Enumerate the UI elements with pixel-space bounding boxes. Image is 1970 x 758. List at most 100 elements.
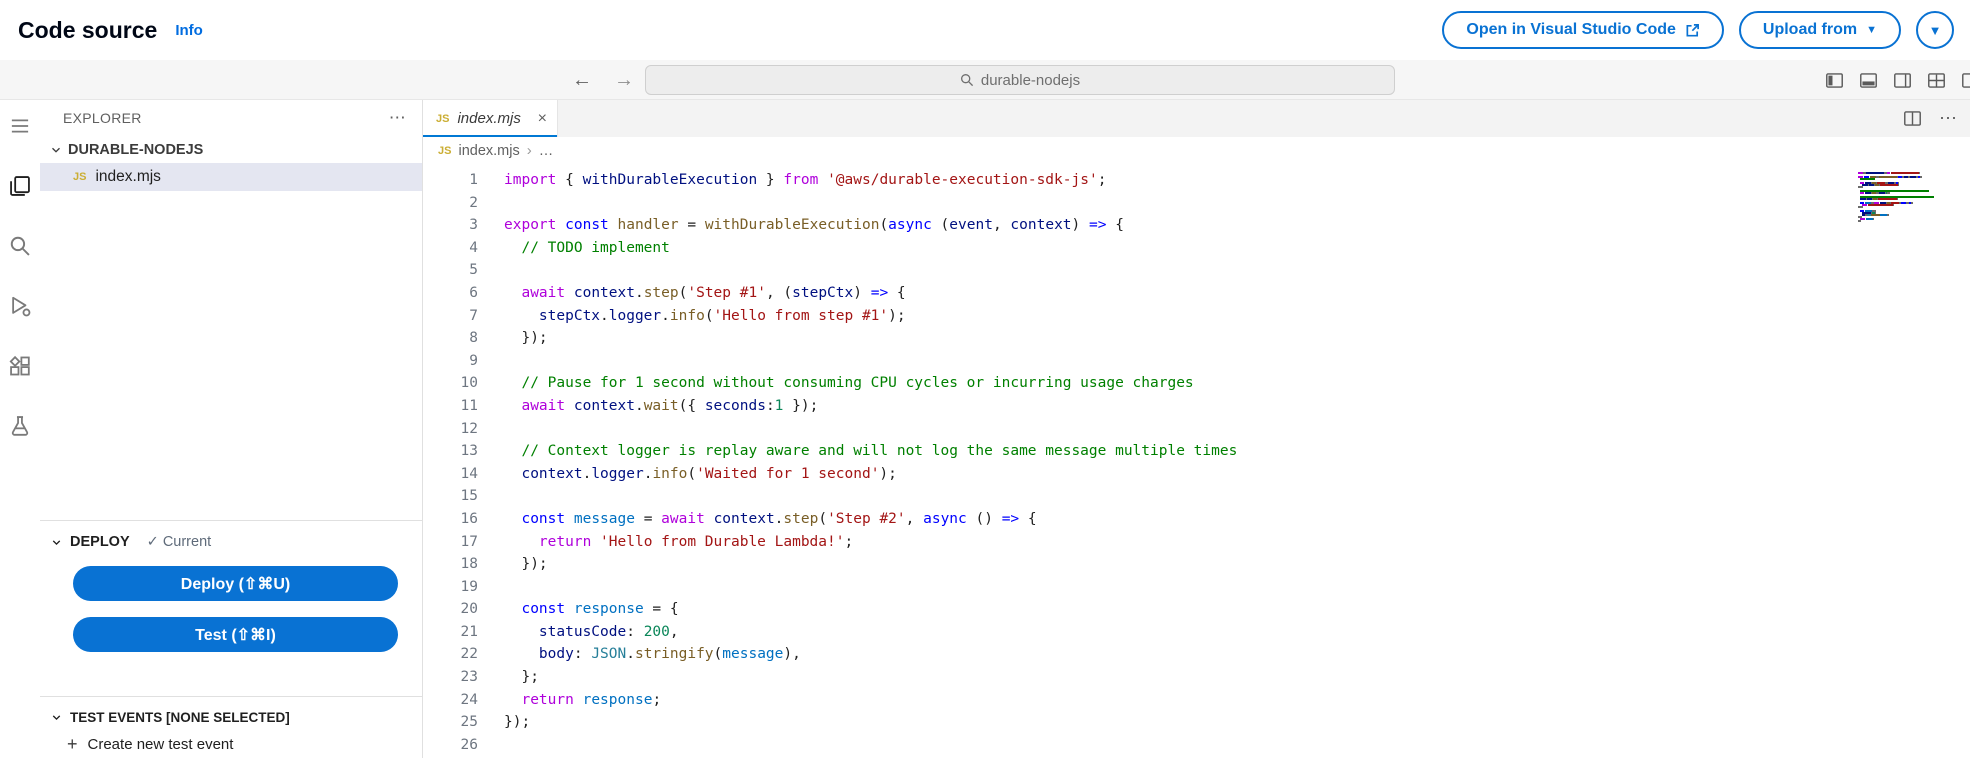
upload-from-button[interactable]: Upload from ▼: [1739, 11, 1901, 49]
header-actions: Open in Visual Studio Code Upload from ▼…: [1442, 11, 1958, 49]
code-line: 3export const handler = withDurableExecu…: [423, 214, 1970, 237]
chevron-right-icon: ›: [527, 142, 532, 159]
js-file-icon: JS: [438, 145, 451, 157]
code-line: 9: [423, 350, 1970, 373]
flask-icon[interactable]: [6, 412, 34, 440]
breadcrumb-symbol[interactable]: …: [539, 143, 554, 159]
side-panel: EXPLORER ⋯ DURABLE-NODEJS JS index.mjs D…: [40, 100, 423, 758]
explorer-icon[interactable]: [6, 172, 34, 200]
line-number: 11: [423, 395, 478, 418]
editor-actions: ⋯: [1903, 100, 1970, 137]
actions-menu-button[interactable]: ▼: [1916, 11, 1954, 49]
info-link[interactable]: Info: [175, 22, 203, 39]
line-number: 5: [423, 259, 478, 282]
line-number: 24: [423, 689, 478, 712]
menu-icon[interactable]: [6, 112, 34, 140]
deploy-status-text: Current: [163, 534, 211, 550]
chevron-down-icon: [50, 536, 63, 549]
open-vscode-button[interactable]: Open in Visual Studio Code: [1442, 11, 1724, 49]
command-center-search[interactable]: durable-nodejs: [645, 65, 1395, 95]
console-header: Code source Info Open in Visual Studio C…: [0, 0, 1970, 60]
caret-down-icon: ▼: [1929, 24, 1942, 37]
code-line: 10 // Pause for 1 second without consumi…: [423, 372, 1970, 395]
upload-from-label: Upload from: [1763, 21, 1857, 39]
deploy-status: ✓ Current: [147, 534, 212, 550]
code-line: 8 });: [423, 327, 1970, 350]
workspace-label: DURABLE-NODEJS: [68, 142, 203, 158]
line-number: 19: [423, 576, 478, 599]
js-file-icon: JS: [73, 171, 86, 183]
test-events-header[interactable]: TEST EVENTS [NONE SELECTED]: [40, 704, 422, 730]
line-number: 13: [423, 440, 478, 463]
search-icon: [960, 73, 974, 87]
caret-down-icon: ▼: [1866, 25, 1877, 36]
chevron-down-icon: [49, 143, 63, 157]
file-item-index-mjs[interactable]: JS index.mjs: [40, 163, 422, 191]
line-number: 14: [423, 463, 478, 486]
line-number: 15: [423, 485, 478, 508]
search-value: durable-nodejs: [981, 72, 1080, 89]
workspace-root[interactable]: DURABLE-NODEJS: [40, 136, 422, 163]
tab-label: index.mjs: [457, 110, 520, 127]
create-test-event[interactable]: + Create new test event: [40, 730, 422, 758]
activity-bar: [0, 100, 40, 758]
editor-pane: JS index.mjs × ⋯ JS index.mjs › … 1impor…: [423, 100, 1970, 758]
line-number: 22: [423, 643, 478, 666]
more-actions-icon[interactable]: ⋯: [1939, 108, 1957, 129]
code-line: 14 context.logger.info('Waited for 1 sec…: [423, 463, 1970, 486]
explorer-more-icon[interactable]: ⋯: [389, 108, 406, 128]
toggle-secondary-sidebar-icon[interactable]: [1893, 71, 1912, 90]
clipped-edge-icon[interactable]: [1961, 71, 1970, 90]
external-link-icon: [1685, 23, 1700, 38]
editor-toolbar: ← → durable-nodejs: [0, 60, 1970, 100]
line-number: 26: [423, 734, 478, 757]
test-events-section: TEST EVENTS [NONE SELECTED] + Create new…: [40, 696, 422, 758]
toggle-primary-sidebar-icon[interactable]: [1825, 71, 1844, 90]
code-line: 24 return response;: [423, 689, 1970, 712]
run-debug-icon[interactable]: [6, 292, 34, 320]
test-button[interactable]: Test (⇧⌘I): [73, 617, 398, 652]
tab-index-mjs[interactable]: JS index.mjs ×: [423, 100, 558, 137]
minimap[interactable]: [1858, 172, 1944, 224]
extensions-icon[interactable]: [6, 352, 34, 380]
forward-icon[interactable]: →: [614, 69, 634, 92]
file-label: index.mjs: [95, 168, 160, 186]
code-line: 15: [423, 485, 1970, 508]
code-line: 7 stepCtx.logger.info('Hello from step #…: [423, 305, 1970, 328]
line-number: 20: [423, 598, 478, 621]
layout-controls: [1825, 60, 1954, 100]
line-number: 23: [423, 666, 478, 689]
code-line: 4 // TODO implement: [423, 237, 1970, 260]
code-line: 25});: [423, 711, 1970, 734]
code-line: 18 });: [423, 553, 1970, 576]
code-editor[interactable]: 1import { withDurableExecution } from '@…: [423, 164, 1970, 758]
line-number: 16: [423, 508, 478, 531]
tab-bar: JS index.mjs × ⋯: [423, 100, 1970, 137]
open-vscode-label: Open in Visual Studio Code: [1466, 21, 1676, 39]
back-icon[interactable]: ←: [572, 69, 592, 92]
toggle-panel-icon[interactable]: [1859, 71, 1878, 90]
line-number: 2: [423, 192, 478, 215]
code-line: 26: [423, 734, 1970, 757]
deploy-section: DEPLOY ✓ Current Deploy (⇧⌘U) Test (⇧⌘I): [40, 520, 422, 696]
code-line: 16 const message = await context.step('S…: [423, 508, 1970, 531]
deploy-button[interactable]: Deploy (⇧⌘U): [73, 566, 398, 601]
code-line: 5: [423, 259, 1970, 282]
breadcrumb[interactable]: JS index.mjs › …: [423, 137, 1970, 164]
code-line: 23 };: [423, 666, 1970, 689]
page-title: Code source: [18, 17, 157, 44]
search-icon[interactable]: [6, 232, 34, 260]
breadcrumb-file[interactable]: index.mjs: [458, 143, 519, 159]
close-icon[interactable]: ×: [538, 110, 547, 128]
js-file-icon: JS: [436, 113, 449, 125]
customize-layout-icon[interactable]: [1927, 71, 1946, 90]
split-editor-icon[interactable]: [1903, 109, 1922, 128]
deploy-section-header[interactable]: DEPLOY ✓ Current: [40, 529, 422, 555]
line-number: 1: [423, 169, 478, 192]
plus-icon: +: [67, 734, 78, 755]
line-number: 7: [423, 305, 478, 328]
line-number: 18: [423, 553, 478, 576]
line-number: 25: [423, 711, 478, 734]
deploy-title: DEPLOY: [70, 534, 130, 550]
line-number: 3: [423, 214, 478, 237]
